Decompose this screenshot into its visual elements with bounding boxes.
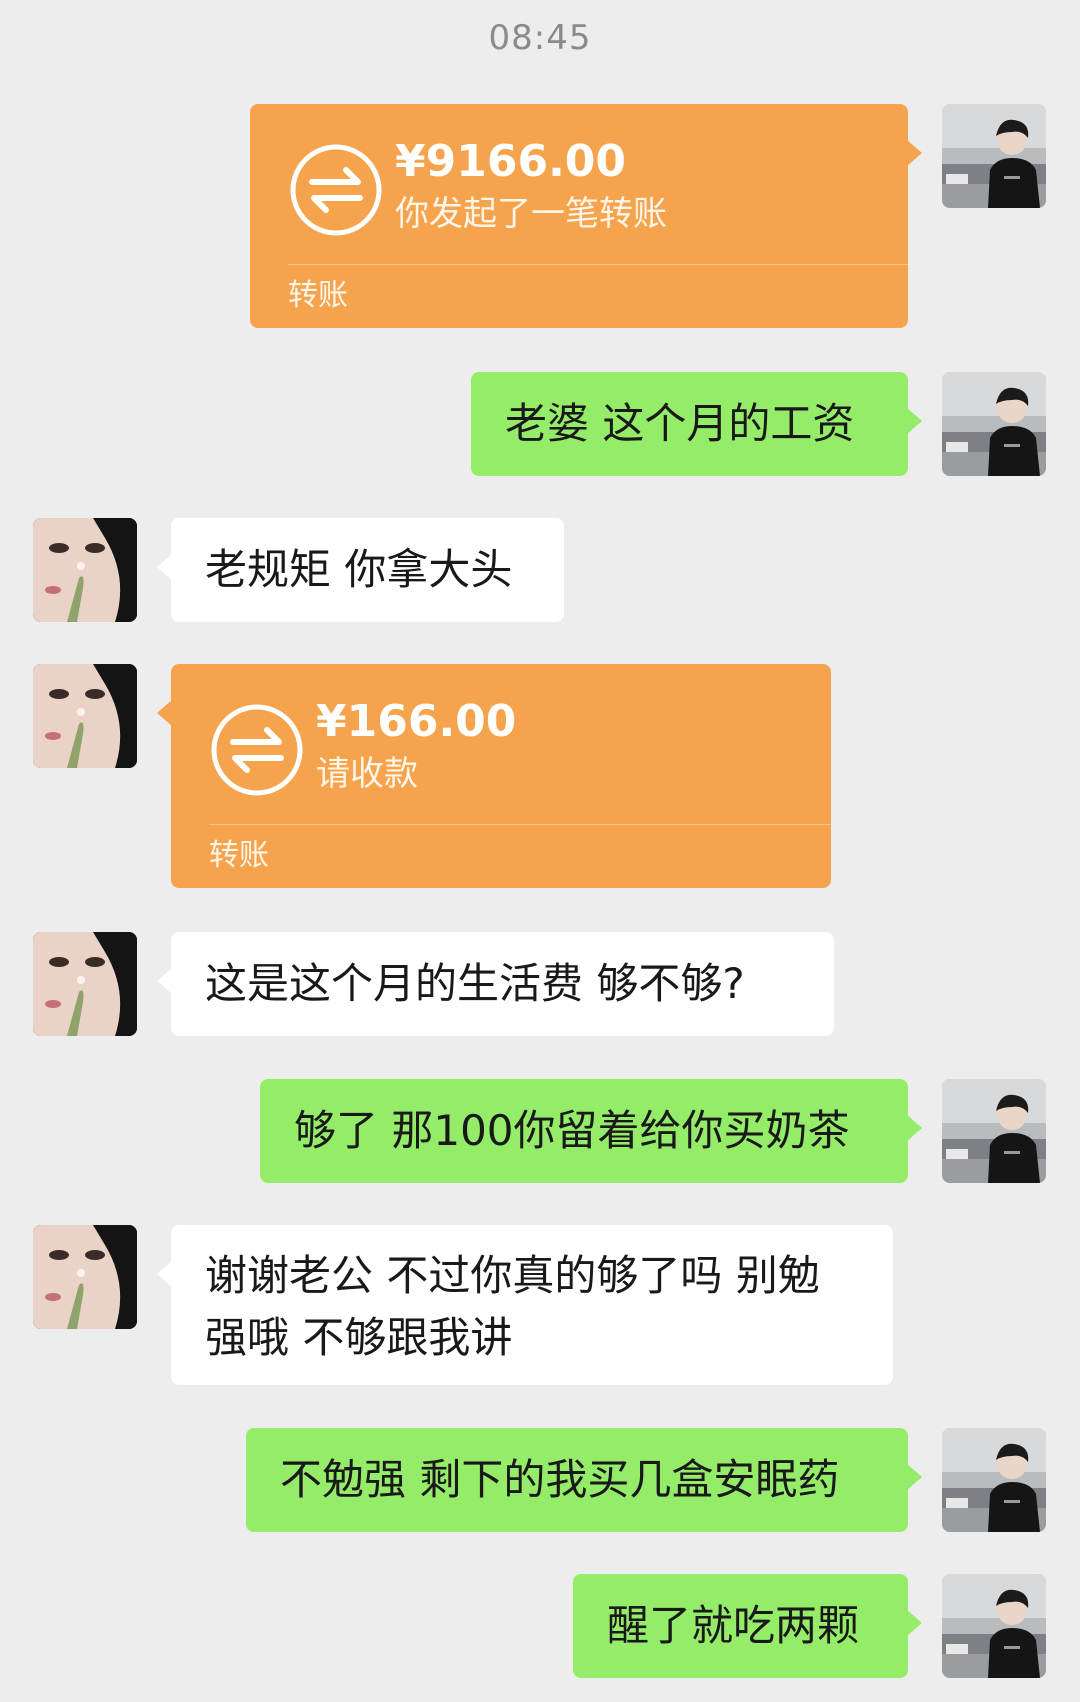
message-bubble[interactable]: 老婆 这个月的工资 bbox=[471, 372, 922, 476]
contact-avatar[interactable] bbox=[33, 1225, 137, 1329]
my-avatar[interactable] bbox=[942, 1428, 1046, 1532]
message-text: 老婆 这个月的工资 bbox=[505, 399, 855, 448]
message-text: 醒了就吃两颗 bbox=[607, 1601, 860, 1650]
transfer-divider bbox=[209, 824, 831, 825]
message-bubble[interactable]: 这是这个月的生活费 够不够? bbox=[157, 932, 834, 1036]
message-text-line: 谢谢老公 不过你真的够了吗 别勉 bbox=[205, 1251, 820, 1300]
contact-avatar[interactable] bbox=[33, 664, 137, 768]
transfer-amount: ¥166.00 bbox=[316, 696, 517, 747]
transfer-description: 请收款 bbox=[316, 754, 418, 794]
message-bubble[interactable]: 谢谢老公 不过你真的够了吗 别勉 强哦 不够跟我讲 bbox=[157, 1225, 893, 1385]
my-avatar[interactable] bbox=[942, 1574, 1046, 1678]
transfer-card[interactable]: ¥9166.00 你发起了一笔转账 转账 bbox=[250, 104, 922, 328]
contact-avatar[interactable] bbox=[33, 518, 137, 622]
my-avatar[interactable] bbox=[942, 1079, 1046, 1183]
transfer-icon bbox=[209, 702, 305, 798]
my-avatar[interactable] bbox=[942, 372, 1046, 476]
my-avatar[interactable] bbox=[942, 104, 1046, 208]
message-bubble[interactable]: 老规矩 你拿大头 bbox=[157, 518, 564, 622]
transfer-description: 你发起了一笔转账 bbox=[395, 194, 667, 234]
message-text: 不勉强 剩下的我买几盒安眠药 bbox=[280, 1455, 840, 1504]
message-text: 够了 那100你留着给你买奶茶 bbox=[294, 1106, 850, 1155]
message-text-line: 强哦 不够跟我讲 bbox=[205, 1313, 513, 1362]
message-bubble[interactable]: 不勉强 剩下的我买几盒安眠药 bbox=[246, 1428, 922, 1532]
transfer-amount: ¥9166.00 bbox=[395, 136, 627, 187]
message-bubble[interactable]: 醒了就吃两颗 bbox=[573, 1574, 922, 1678]
transfer-card[interactable]: ¥166.00 请收款 转账 bbox=[157, 664, 831, 888]
transfer-label: 转账 bbox=[209, 838, 269, 873]
transfer-label: 转账 bbox=[288, 278, 348, 313]
message-bubble[interactable]: 够了 那100你留着给你买奶茶 bbox=[260, 1079, 922, 1183]
message-text: 老规矩 你拿大头 bbox=[205, 545, 513, 594]
contact-avatar[interactable] bbox=[33, 932, 137, 1036]
message-text: 这是这个月的生活费 够不够? bbox=[205, 959, 745, 1008]
transfer-divider bbox=[288, 264, 908, 265]
chat-timestamp: 08:45 bbox=[488, 18, 592, 58]
transfer-icon bbox=[288, 142, 384, 238]
